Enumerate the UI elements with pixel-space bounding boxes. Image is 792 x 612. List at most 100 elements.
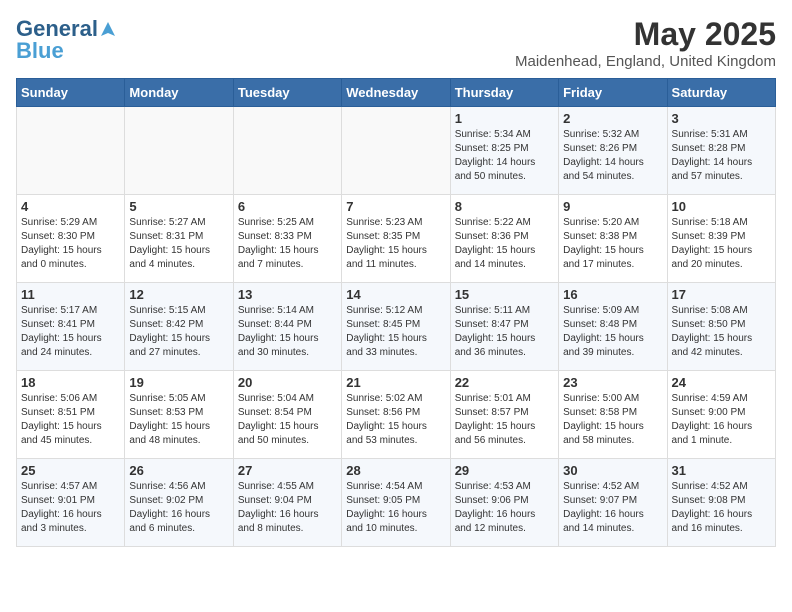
logo-blue: Blue	[16, 38, 64, 64]
day-info: Sunrise: 5:32 AM Sunset: 8:26 PM Dayligh…	[563, 128, 662, 184]
day-cell	[233, 107, 341, 195]
day-cell: 22 Sunrise: 5:01 AM Sunset: 8:57 PM Dayli…	[450, 371, 558, 459]
day-cell	[342, 107, 450, 195]
location: Maidenhead, England, United Kingdom	[515, 53, 776, 70]
day-number: 30	[563, 463, 662, 478]
day-cell: 15Sunrise: 5:11 AM Sunset: 8:47 PM Dayli…	[450, 283, 558, 371]
day-info: Sunrise: 5:09 AM Sunset: 8:48 PM Dayligh…	[563, 304, 662, 360]
day-number: 28	[346, 463, 445, 478]
day-number: 3	[672, 111, 771, 126]
header-sunday: Sunday	[17, 79, 125, 107]
day-cell: 9Sunrise: 5:20 AM Sunset: 8:38 PM Daylig…	[559, 195, 667, 283]
month-title: May 2025	[515, 16, 776, 53]
day-cell: 14 Sunrise: 5:12 AM Sunset: 8:45 PM Dayli…	[342, 283, 450, 371]
day-info: Sunrise: 4:56 AM Sunset: 9:02 PM Dayligh…	[129, 480, 228, 536]
day-info: Sunrise: 5:17 AM Sunset: 8:41 PM Dayligh…	[21, 304, 120, 360]
day-number: 14	[346, 287, 445, 302]
title-block: May 2025 Maidenhead, England, United Kin…	[515, 16, 776, 70]
day-info: Sunrise: 5:11 AM Sunset: 8:47 PM Dayligh…	[455, 304, 554, 360]
day-info: Sunrise: 5:20 AM Sunset: 8:38 PM Dayligh…	[563, 216, 662, 272]
day-cell	[125, 107, 233, 195]
day-cell: 1 Sunrise: 5:34 AM Sunset: 8:25 PM Daylig…	[450, 107, 558, 195]
day-info: Sunrise: 5:22 AM Sunset: 8:36 PM Dayligh…	[455, 216, 554, 272]
header-wednesday: Wednesday	[342, 79, 450, 107]
day-number: 2	[563, 111, 662, 126]
day-info: Sunrise: 5:29 AM Sunset: 8:30 PM Dayligh…	[21, 216, 120, 272]
day-cell: 2 Sunrise: 5:32 AM Sunset: 8:26 PM Daylig…	[559, 107, 667, 195]
day-number: 13	[238, 287, 337, 302]
day-cell: 30 Sunrise: 4:52 AM Sunset: 9:07 PM Dayli…	[559, 459, 667, 547]
day-number: 5	[129, 199, 228, 214]
calendar-header-row: SundayMondayTuesdayWednesdayThursdayFrid…	[17, 79, 776, 107]
day-info: Sunrise: 5:18 AM Sunset: 8:39 PM Dayligh…	[672, 216, 771, 272]
week-row-2: 4 Sunrise: 5:29 AM Sunset: 8:30 PM Daylig…	[17, 195, 776, 283]
day-number: 12	[129, 287, 228, 302]
day-info: Sunrise: 4:52 AM Sunset: 9:07 PM Dayligh…	[563, 480, 662, 536]
day-info: Sunrise: 4:52 AM Sunset: 9:08 PM Dayligh…	[672, 480, 771, 536]
day-number: 22	[455, 375, 554, 390]
logo: General Blue	[16, 16, 118, 64]
day-info: Sunrise: 5:08 AM Sunset: 8:50 PM Dayligh…	[672, 304, 771, 360]
day-cell: 29 Sunrise: 4:53 AM Sunset: 9:06 PM Dayli…	[450, 459, 558, 547]
day-cell: 10 Sunrise: 5:18 AM Sunset: 8:39 PM Dayli…	[667, 195, 775, 283]
day-cell: 18 Sunrise: 5:06 AM Sunset: 8:51 PM Dayli…	[17, 371, 125, 459]
day-cell: 12Sunrise: 5:15 AM Sunset: 8:42 PM Dayli…	[125, 283, 233, 371]
day-cell: 17 Sunrise: 5:08 AM Sunset: 8:50 PM Dayli…	[667, 283, 775, 371]
header-monday: Monday	[125, 79, 233, 107]
calendar-table: SundayMondayTuesdayWednesdayThursdayFrid…	[16, 78, 776, 547]
day-number: 24	[672, 375, 771, 390]
day-cell: 21 Sunrise: 5:02 AM Sunset: 8:56 PM Dayli…	[342, 371, 450, 459]
day-number: 1	[455, 111, 554, 126]
day-cell: 13Sunrise: 5:14 AM Sunset: 8:44 PM Dayli…	[233, 283, 341, 371]
day-number: 25	[21, 463, 120, 478]
day-number: 20	[238, 375, 337, 390]
day-number: 19	[129, 375, 228, 390]
day-number: 21	[346, 375, 445, 390]
day-cell: 16 Sunrise: 5:09 AM Sunset: 8:48 PM Dayli…	[559, 283, 667, 371]
day-cell: 25 Sunrise: 4:57 AM Sunset: 9:01 PM Dayli…	[17, 459, 125, 547]
day-cell: 19Sunrise: 5:05 AM Sunset: 8:53 PM Dayli…	[125, 371, 233, 459]
day-cell: 6 Sunrise: 5:25 AM Sunset: 8:33 PM Daylig…	[233, 195, 341, 283]
day-info: Sunrise: 5:27 AM Sunset: 8:31 PM Dayligh…	[129, 216, 228, 272]
day-number: 16	[563, 287, 662, 302]
week-row-3: 11 Sunrise: 5:17 AM Sunset: 8:41 PM Dayli…	[17, 283, 776, 371]
header-saturday: Saturday	[667, 79, 775, 107]
day-info: Sunrise: 5:12 AM Sunset: 8:45 PM Dayligh…	[346, 304, 445, 360]
day-cell: 11 Sunrise: 5:17 AM Sunset: 8:41 PM Dayli…	[17, 283, 125, 371]
day-cell: 4 Sunrise: 5:29 AM Sunset: 8:30 PM Daylig…	[17, 195, 125, 283]
day-number: 18	[21, 375, 120, 390]
day-cell: 26Sunrise: 4:56 AM Sunset: 9:02 PM Dayli…	[125, 459, 233, 547]
day-cell: 31 Sunrise: 4:52 AM Sunset: 9:08 PM Dayli…	[667, 459, 775, 547]
day-number: 10	[672, 199, 771, 214]
day-number: 6	[238, 199, 337, 214]
day-number: 29	[455, 463, 554, 478]
day-number: 17	[672, 287, 771, 302]
day-info: Sunrise: 5:31 AM Sunset: 8:28 PM Dayligh…	[672, 128, 771, 184]
day-info: Sunrise: 5:34 AM Sunset: 8:25 PM Dayligh…	[455, 128, 554, 184]
day-info: Sunrise: 5:02 AM Sunset: 8:56 PM Dayligh…	[346, 392, 445, 448]
day-number: 23	[563, 375, 662, 390]
week-row-1: 1 Sunrise: 5:34 AM Sunset: 8:25 PM Daylig…	[17, 107, 776, 195]
day-number: 11	[21, 287, 120, 302]
day-cell: 5 Sunrise: 5:27 AM Sunset: 8:31 PM Daylig…	[125, 195, 233, 283]
week-row-4: 18 Sunrise: 5:06 AM Sunset: 8:51 PM Dayli…	[17, 371, 776, 459]
page-header: General Blue May 2025 Maidenhead, Englan…	[16, 16, 776, 70]
day-info: Sunrise: 5:00 AM Sunset: 8:58 PM Dayligh…	[563, 392, 662, 448]
day-cell: 7 Sunrise: 5:23 AM Sunset: 8:35 PM Daylig…	[342, 195, 450, 283]
day-info: Sunrise: 5:06 AM Sunset: 8:51 PM Dayligh…	[21, 392, 120, 448]
day-cell: 27Sunrise: 4:55 AM Sunset: 9:04 PM Dayli…	[233, 459, 341, 547]
day-number: 7	[346, 199, 445, 214]
day-info: Sunrise: 5:04 AM Sunset: 8:54 PM Dayligh…	[238, 392, 337, 448]
day-info: Sunrise: 5:23 AM Sunset: 8:35 PM Dayligh…	[346, 216, 445, 272]
day-number: 31	[672, 463, 771, 478]
day-info: Sunrise: 4:57 AM Sunset: 9:01 PM Dayligh…	[21, 480, 120, 536]
day-cell: 20 Sunrise: 5:04 AM Sunset: 8:54 PM Dayli…	[233, 371, 341, 459]
day-info: Sunrise: 5:25 AM Sunset: 8:33 PM Dayligh…	[238, 216, 337, 272]
day-info: Sunrise: 4:53 AM Sunset: 9:06 PM Dayligh…	[455, 480, 554, 536]
day-number: 4	[21, 199, 120, 214]
header-thursday: Thursday	[450, 79, 558, 107]
day-info: Sunrise: 4:55 AM Sunset: 9:04 PM Dayligh…	[238, 480, 337, 536]
day-cell	[17, 107, 125, 195]
day-cell: 28Sunrise: 4:54 AM Sunset: 9:05 PM Dayli…	[342, 459, 450, 547]
day-info: Sunrise: 5:01 AM Sunset: 8:57 PM Dayligh…	[455, 392, 554, 448]
